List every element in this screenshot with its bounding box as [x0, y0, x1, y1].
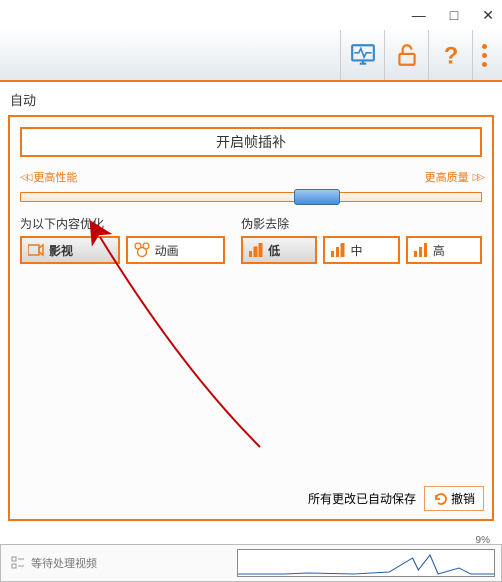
perf-right-label: 更高质量 — [425, 169, 469, 185]
artifact-high-label: 高 — [433, 242, 445, 259]
chevron-right-icon: ▷▷ — [473, 172, 482, 183]
perf-left-label: 更高性能 — [33, 169, 77, 185]
status-row: 所有更改已自动保存 撤销 — [308, 486, 484, 511]
unlock-icon — [394, 42, 420, 68]
dot-icon — [482, 44, 487, 49]
autosave-label: 所有更改已自动保存 — [308, 490, 416, 507]
undo-label: 撤销 — [451, 490, 475, 507]
question-icon: ? — [438, 42, 464, 68]
top-toolbar: ? — [0, 30, 502, 82]
main-panel: 开启帧插补 ◁◁ 更高性能 更高质量 ▷▷ 为以下内容优化 影视 — [8, 115, 494, 521]
monitor-icon — [350, 42, 376, 68]
minimize-button[interactable]: — — [412, 7, 426, 23]
camera-icon — [28, 243, 44, 257]
maximize-button[interactable]: □ — [450, 7, 458, 23]
close-button[interactable]: ✕ — [482, 7, 494, 24]
artifact-mid-label: 中 — [350, 242, 362, 259]
artifact-low-button[interactable]: 低 — [241, 236, 317, 264]
quality-labels: ◁◁ 更高性能 更高质量 ▷▷ — [20, 169, 482, 185]
queue-icon — [11, 556, 25, 570]
artifact-mid-button[interactable]: 中 — [323, 236, 399, 264]
bottom-bar: 等待处理视频 9% — [0, 544, 502, 582]
dot-icon — [482, 53, 487, 58]
help-button[interactable]: ? — [428, 30, 472, 80]
bars-low-icon — [249, 243, 263, 257]
window-titlebar: — □ ✕ — [0, 0, 502, 30]
monitor-button[interactable] — [340, 30, 384, 80]
artifact-label: 伪影去除 — [241, 215, 482, 232]
optimize-anime-label: 动画 — [155, 242, 179, 259]
svg-text:?: ? — [443, 43, 458, 68]
enable-interpolation-button[interactable]: 开启帧插补 — [20, 127, 482, 157]
undo-button[interactable]: 撤销 — [424, 486, 484, 511]
lock-button[interactable] — [384, 30, 428, 80]
artifact-low-label: 低 — [268, 242, 280, 259]
optimize-label: 为以下内容优化 — [20, 215, 225, 232]
slider-thumb[interactable] — [294, 189, 340, 205]
bars-mid-icon — [331, 243, 345, 257]
slider-track — [20, 192, 482, 202]
progress-percent: 9% — [476, 535, 490, 546]
undo-icon — [433, 492, 447, 506]
dot-icon — [482, 62, 487, 67]
mode-label: 自动 — [8, 88, 494, 115]
artifact-high-button[interactable]: 高 — [406, 236, 482, 264]
bars-high-icon — [414, 243, 428, 257]
more-button[interactable] — [472, 30, 496, 80]
quality-slider[interactable] — [20, 189, 482, 205]
optimize-video-label: 影视 — [49, 242, 73, 259]
activity-chart-icon — [238, 550, 494, 576]
optimize-anime-button[interactable]: 动画 — [126, 236, 226, 264]
waiting-label: 等待处理视频 — [31, 555, 97, 571]
optimize-video-button[interactable]: 影视 — [20, 236, 120, 264]
chevron-left-icon: ◁◁ — [20, 172, 29, 183]
mickey-icon — [134, 242, 150, 258]
progress-graph: 9% — [237, 549, 495, 577]
